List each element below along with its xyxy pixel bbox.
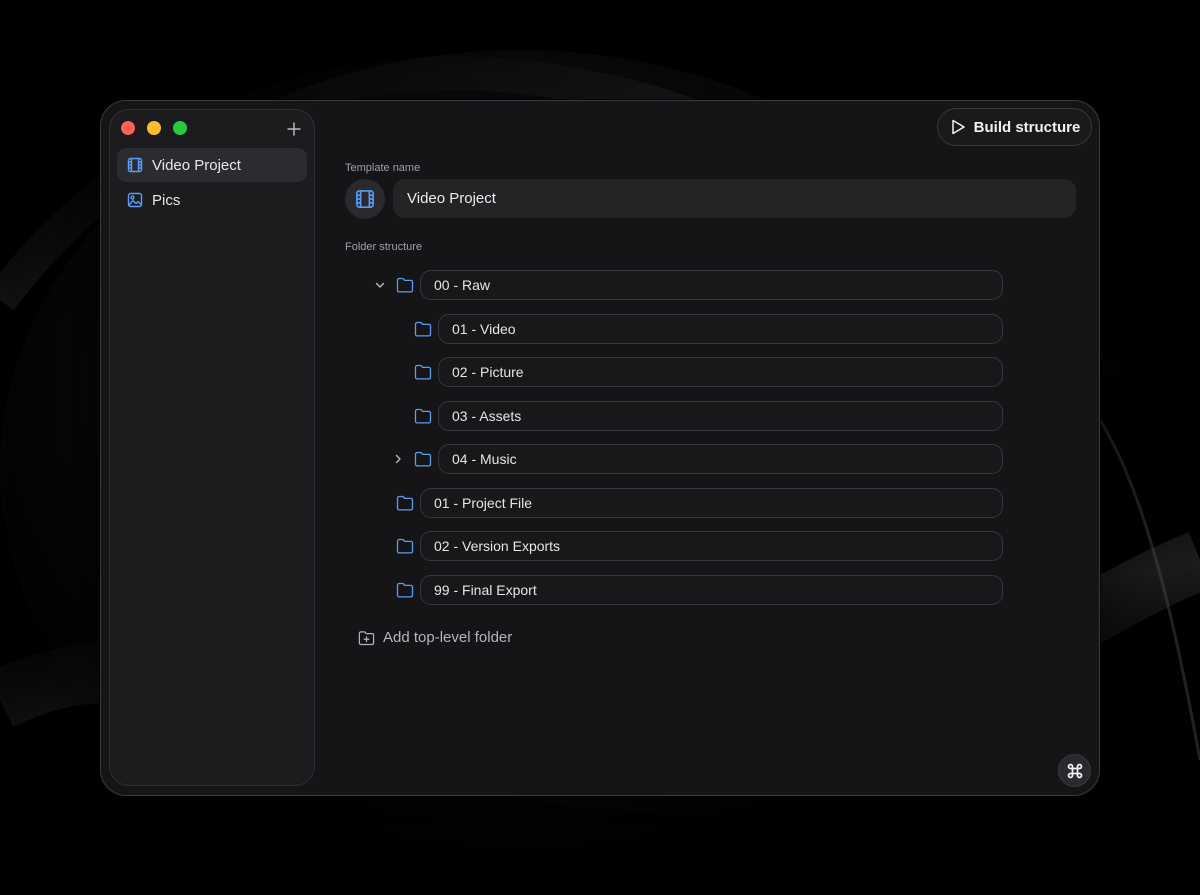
folder-icon [395, 276, 415, 294]
add-top-level-folder-label: Add top-level folder [383, 629, 513, 646]
folder-name-field[interactable]: 00 - Raw [420, 270, 1003, 300]
folder-icon [413, 363, 433, 381]
sidebar-item-pics[interactable]: Pics [117, 183, 307, 217]
film-icon [356, 190, 374, 208]
close-window-button[interactable] [121, 121, 135, 135]
command-icon [1067, 763, 1082, 778]
folder-icon [395, 581, 415, 599]
folder-row: 01 - Video [389, 314, 1003, 344]
film-icon [127, 157, 143, 173]
template-list: Video Project Pics [117, 148, 307, 218]
minimize-window-button[interactable] [147, 121, 161, 135]
folder-name-field[interactable]: 02 - Picture [438, 357, 1003, 387]
folder-row: 01 - Project File [371, 488, 1003, 518]
template-name-input[interactable] [393, 179, 1076, 218]
folder-icon [413, 320, 433, 338]
folder-row: 03 - Assets [389, 401, 1003, 431]
folder-structure-label: Folder structure [345, 241, 423, 253]
folder-row: 99 - Final Export [371, 575, 1003, 605]
folder-name-field[interactable]: 99 - Final Export [420, 575, 1003, 605]
folder-name-field[interactable]: 02 - Version Exports [420, 531, 1003, 561]
folder-icon [413, 407, 433, 425]
editor-pane: Build structure Template name Folder str… [323, 101, 1099, 795]
folder-name-field[interactable]: 01 - Video [438, 314, 1003, 344]
plus-icon [287, 122, 301, 136]
command-button[interactable] [1058, 754, 1091, 787]
window-controls [121, 121, 187, 135]
sidebar: Video Project Pics [109, 109, 315, 786]
folder-name-field[interactable]: 01 - Project File [420, 488, 1003, 518]
image-icon [127, 192, 143, 208]
folder-row: 04 - Music [389, 444, 1003, 474]
folder-row: 02 - Picture [389, 357, 1003, 387]
maximize-window-button[interactable] [173, 121, 187, 135]
folder-plus-icon [358, 630, 375, 645]
folder-row: 02 - Version Exports [371, 531, 1003, 561]
sidebar-item-label: Pics [152, 191, 181, 209]
chevron-down-icon[interactable] [371, 276, 389, 294]
folder-row: 00 - Raw [371, 270, 1003, 300]
folder-icon [413, 450, 433, 468]
chevron-right-icon[interactable] [389, 450, 407, 468]
folder-icon [395, 537, 415, 555]
add-template-button[interactable] [284, 119, 304, 139]
folder-name-field[interactable]: 04 - Music [438, 444, 1003, 474]
sidebar-item-video-project[interactable]: Video Project [117, 148, 307, 182]
folder-name-field[interactable]: 03 - Assets [438, 401, 1003, 431]
sidebar-item-label: Video Project [152, 156, 241, 174]
template-name-label: Template name [345, 162, 421, 174]
folder-icon [395, 494, 415, 512]
build-structure-label: Build structure [973, 118, 1081, 136]
play-icon [951, 119, 965, 135]
add-top-level-folder-button[interactable]: Add top-level folder [358, 629, 512, 646]
app-window: Video Project Pics Build structure Templ… [100, 100, 1100, 796]
template-icon-button[interactable] [345, 179, 385, 219]
build-structure-button[interactable]: Build structure [937, 108, 1092, 146]
